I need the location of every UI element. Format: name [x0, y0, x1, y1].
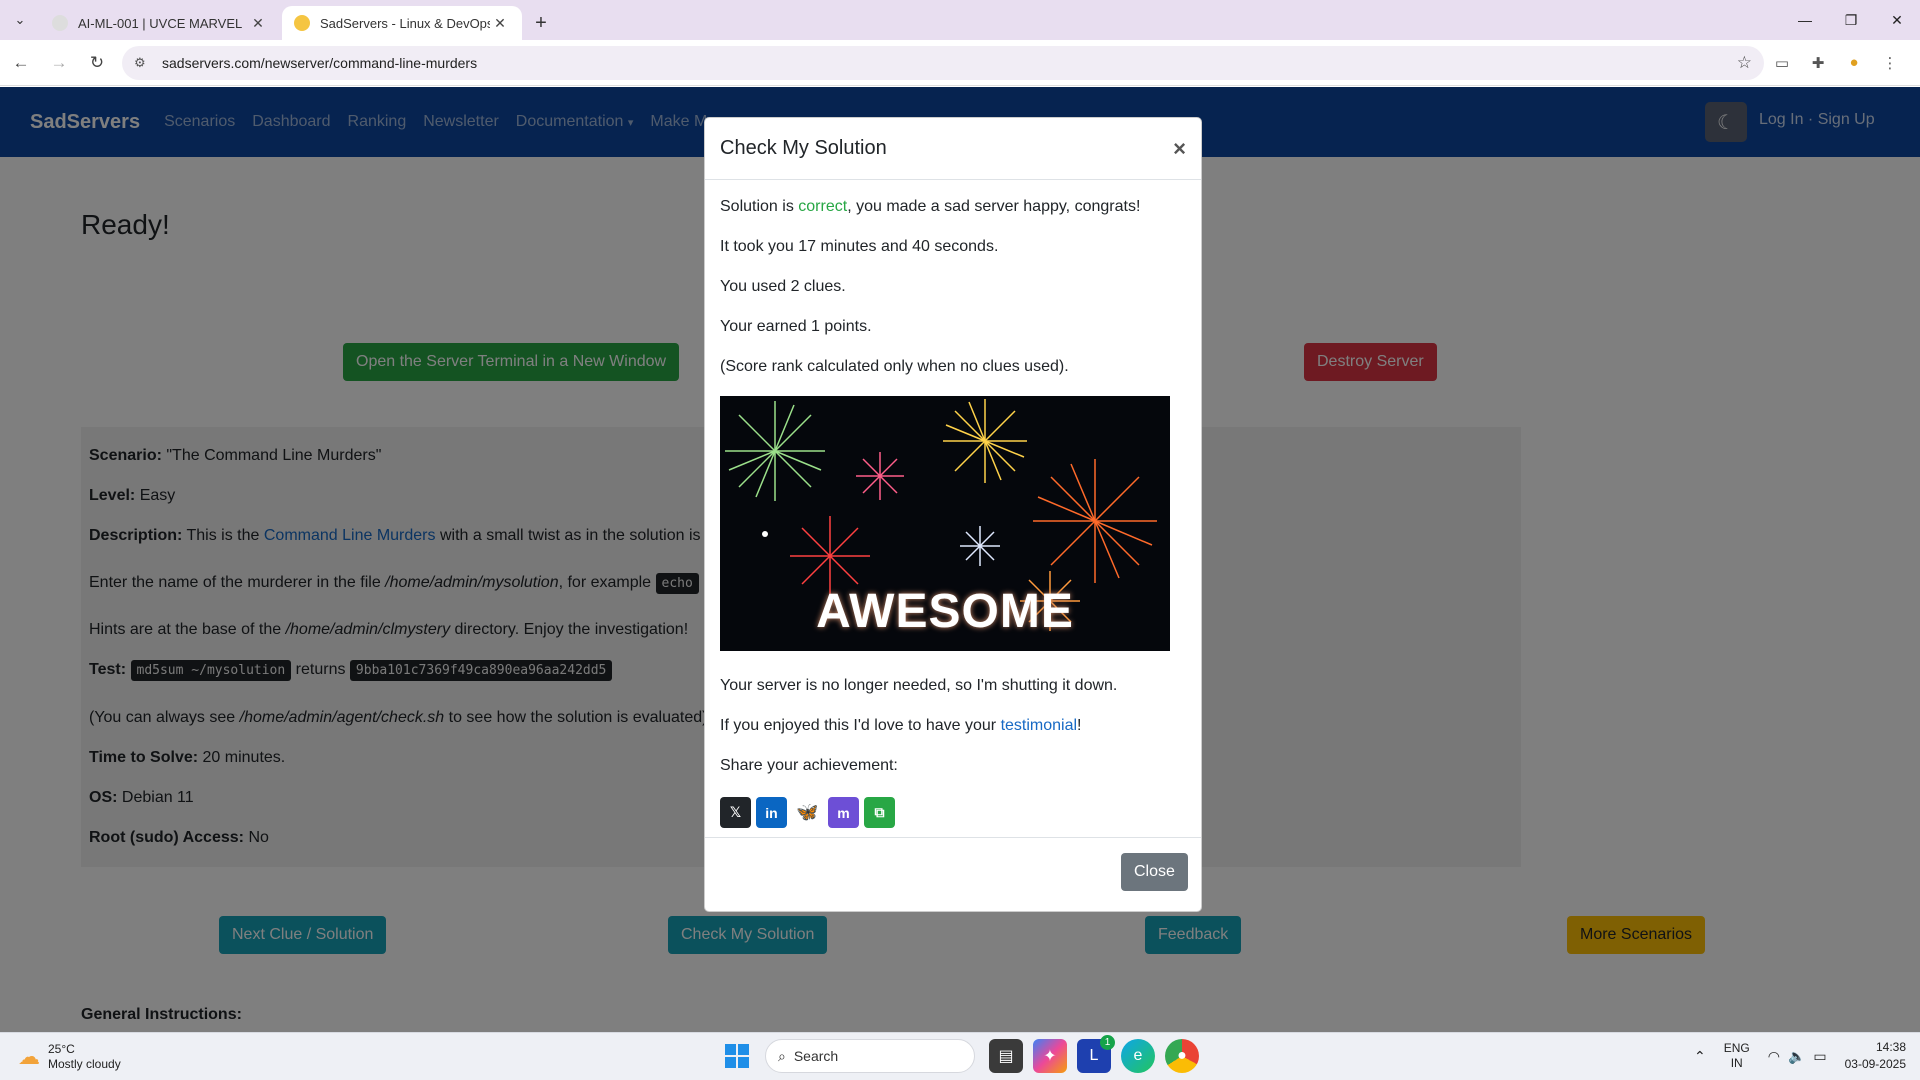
tab-search-chevron-icon[interactable]: ⌄	[0, 0, 40, 40]
shutdown-message: Your server is no longer needed, so I'm …	[720, 677, 1118, 694]
score-note: (Score rank calculated only when no clue…	[720, 358, 1069, 375]
chevron-up-icon[interactable]: ⌃	[1694, 1048, 1706, 1065]
mastodon-icon[interactable]: m	[828, 797, 859, 828]
correct-word: correct	[798, 198, 848, 215]
modal-footer: Close	[705, 837, 1201, 912]
copilot-icon[interactable]: ✦	[1033, 1039, 1067, 1073]
globe-icon	[52, 15, 68, 31]
result-pre: Solution is	[720, 198, 794, 215]
app-l-icon[interactable]: L1	[1077, 1035, 1115, 1073]
copy-icon[interactable]: ⧉	[864, 797, 895, 828]
close-button[interactable]: Close	[1121, 853, 1188, 891]
new-tab-icon[interactable]: +	[524, 6, 558, 40]
weather-condition: Mostly cloudy	[48, 1057, 121, 1071]
volume-icon[interactable]: 🔈	[1788, 1048, 1805, 1065]
window-controls: — ❐ ✕	[1782, 0, 1920, 40]
taskbar: ☁ 25°C Mostly cloudy ⌕ Search ▤ ✦ L1 e ●…	[0, 1032, 1920, 1080]
file-explorer-icon[interactable]: ▤	[989, 1039, 1023, 1073]
x-icon[interactable]: 𝕏	[720, 797, 751, 828]
reload-icon[interactable]: ↻	[80, 46, 114, 80]
clock-time: 14:38	[1875, 1040, 1906, 1054]
restore-icon[interactable]: ❐	[1828, 0, 1874, 40]
enjoy-pre: If you enjoyed this I'd love to have you…	[720, 717, 997, 734]
extensions-icon[interactable]: ✚	[1800, 46, 1836, 80]
partly-cloudy-icon: ☁	[18, 1044, 40, 1069]
awesome-text: AWESOME	[816, 585, 1074, 638]
edge-icon[interactable]: e	[1121, 1039, 1155, 1073]
url-field[interactable]: ⚙ sadservers.com/newserver/command-line-…	[122, 45, 1764, 80]
fireworks-image: AWESOME	[720, 396, 1170, 651]
browser-menu-icon[interactable]: ⋮	[1872, 46, 1908, 80]
enjoy-post: !	[1077, 717, 1082, 734]
tab-title: AI-ML-001 | UVCE MARVEL	[78, 15, 243, 31]
sad-face-icon	[294, 15, 310, 31]
time-taken: It took you 17 minutes and 40 seconds.	[720, 238, 999, 255]
modal-body: Solution is correct, you made a sad serv…	[705, 180, 1201, 837]
back-icon[interactable]: ←	[4, 46, 38, 80]
clues-used: You used 2 clues.	[720, 278, 846, 295]
search-icon: ⌕	[778, 1047, 786, 1064]
result-line: Solution is correct, you made a sad serv…	[720, 198, 1140, 216]
weather-widget[interactable]: ☁ 25°C Mostly cloudy	[18, 1042, 121, 1072]
language-indicator[interactable]: ENG IN	[1724, 1041, 1750, 1071]
linkedin-icon[interactable]: in	[756, 797, 787, 828]
share-buttons: 𝕏 in 🦋 m ⧉	[720, 797, 900, 828]
battery-icon[interactable]: ▭	[1813, 1048, 1826, 1065]
site-info-icon[interactable]: ⚙	[134, 55, 150, 71]
search-placeholder: Search	[793, 1048, 839, 1064]
system-tray: ⌃ ENG IN ◠ 🔈 ▭ 14:38 03-09-2025	[1694, 1039, 1906, 1073]
tab-title: SadServers - Linux & DevOps Tr	[320, 15, 490, 31]
check-solution-modal: Check My Solution × Solution is correct,…	[704, 117, 1202, 912]
taskbar-center: ⌕ Search ▤ ✦ L1 e ●	[725, 1035, 1209, 1073]
testimonial-link[interactable]: testimonial	[1001, 717, 1077, 734]
windows-start-icon[interactable]	[725, 1044, 749, 1068]
modal-title: Check My Solution	[720, 137, 887, 159]
close-icon[interactable]: ×	[1173, 136, 1186, 162]
taskbar-search-input[interactable]: ⌕ Search	[765, 1039, 975, 1073]
chrome-icon[interactable]: ●	[1165, 1039, 1199, 1073]
result-post: , you made a sad server happy, congrats!	[847, 198, 1141, 215]
testimonial-line: If you enjoyed this I'd love to have you…	[720, 717, 1082, 735]
profile-avatar-icon[interactable]: ●	[1836, 46, 1872, 80]
notification-badge: 1	[1100, 1035, 1115, 1050]
browser-tab-bar: ⌄ AI-ML-001 | UVCE MARVEL ✕ SadServers -…	[0, 0, 1920, 40]
url-text: sadservers.com/newserver/command-line-mu…	[162, 54, 478, 71]
points-earned: Your earned 1 points.	[720, 318, 872, 335]
lang-bottom: IN	[1730, 1056, 1743, 1070]
close-tab-icon[interactable]: ✕	[248, 15, 268, 32]
wifi-icon[interactable]: ◠	[1768, 1048, 1780, 1065]
tab-sadservers[interactable]: SadServers - Linux & DevOps Tr ✕	[282, 6, 522, 40]
address-bar: ← → ↻ ⚙ sadservers.com/newserver/command…	[0, 40, 1920, 86]
bookmark-star-icon[interactable]: ☆	[1737, 53, 1752, 73]
bluesky-icon[interactable]: 🦋	[792, 797, 823, 828]
share-label: Share your achievement:	[720, 757, 898, 774]
clock-date: 03-09-2025	[1844, 1057, 1906, 1071]
clock[interactable]: 14:38 03-09-2025	[1845, 1039, 1906, 1073]
reading-mode-icon[interactable]: ▭	[1764, 46, 1800, 80]
minimize-icon[interactable]: —	[1782, 0, 1828, 40]
lang-top: ENG	[1723, 1041, 1750, 1055]
temperature: 25°C	[48, 1042, 75, 1056]
forward-icon[interactable]: →	[42, 46, 76, 80]
close-tab-icon[interactable]: ✕	[490, 15, 510, 32]
modal-header: Check My Solution ×	[705, 118, 1201, 180]
close-window-icon[interactable]: ✕	[1874, 0, 1920, 40]
tab-uvce-marvel[interactable]: AI-ML-001 | UVCE MARVEL ✕	[40, 6, 280, 40]
